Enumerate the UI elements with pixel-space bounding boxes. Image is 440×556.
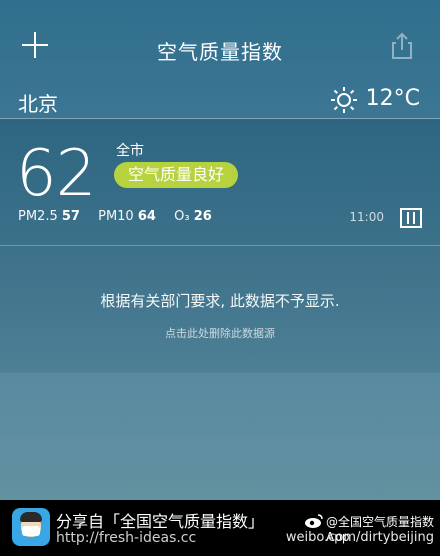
share-url[interactable]: http://fresh-ideas.cc (56, 530, 196, 546)
pm25-label: PM2.5 (18, 209, 58, 224)
share-icon[interactable] (388, 32, 416, 60)
app-avatar-icon (12, 508, 50, 546)
header: 空气质量指数 (0, 0, 440, 84)
share-footer: 分享自「全国空气质量指数」 http://fresh-ideas.cc @全国空… (0, 500, 440, 556)
delete-source-link[interactable]: 点击此处删除此数据源 (0, 325, 440, 341)
notice-text: 根据有关部门要求, 此数据不予显示. (100, 292, 340, 310)
pm10-value: 64 (137, 209, 156, 224)
temperature: 12°C (365, 86, 420, 111)
aqi-scope: 全市 (116, 143, 144, 159)
divider (0, 245, 440, 246)
aqi-value: 62 (16, 137, 96, 211)
air-quality-badge: 空气质量良好 (114, 162, 239, 188)
city-row: 北京 12°C (0, 84, 440, 119)
pm25-value: 57 (61, 209, 80, 224)
share-text: 分享自「全国空气质量指数」 (56, 512, 265, 531)
weibo-url[interactable]: weibo.com/dirtybeijing (286, 530, 434, 545)
update-time: 11:00 (349, 210, 384, 224)
page-title: 空气质量指数 (157, 40, 283, 64)
pm10-label: PM10 (98, 209, 134, 224)
o3-value: 26 (193, 209, 212, 224)
o3-label: O₃ (174, 209, 190, 224)
chart-icon[interactable] (400, 208, 422, 228)
city-name[interactable]: 北京 (18, 88, 58, 117)
sun-icon (331, 87, 357, 113)
pollutant-list: PM2.5 57 PM10 64 O₃ 26 (18, 209, 226, 224)
weibo-icon (305, 514, 323, 528)
